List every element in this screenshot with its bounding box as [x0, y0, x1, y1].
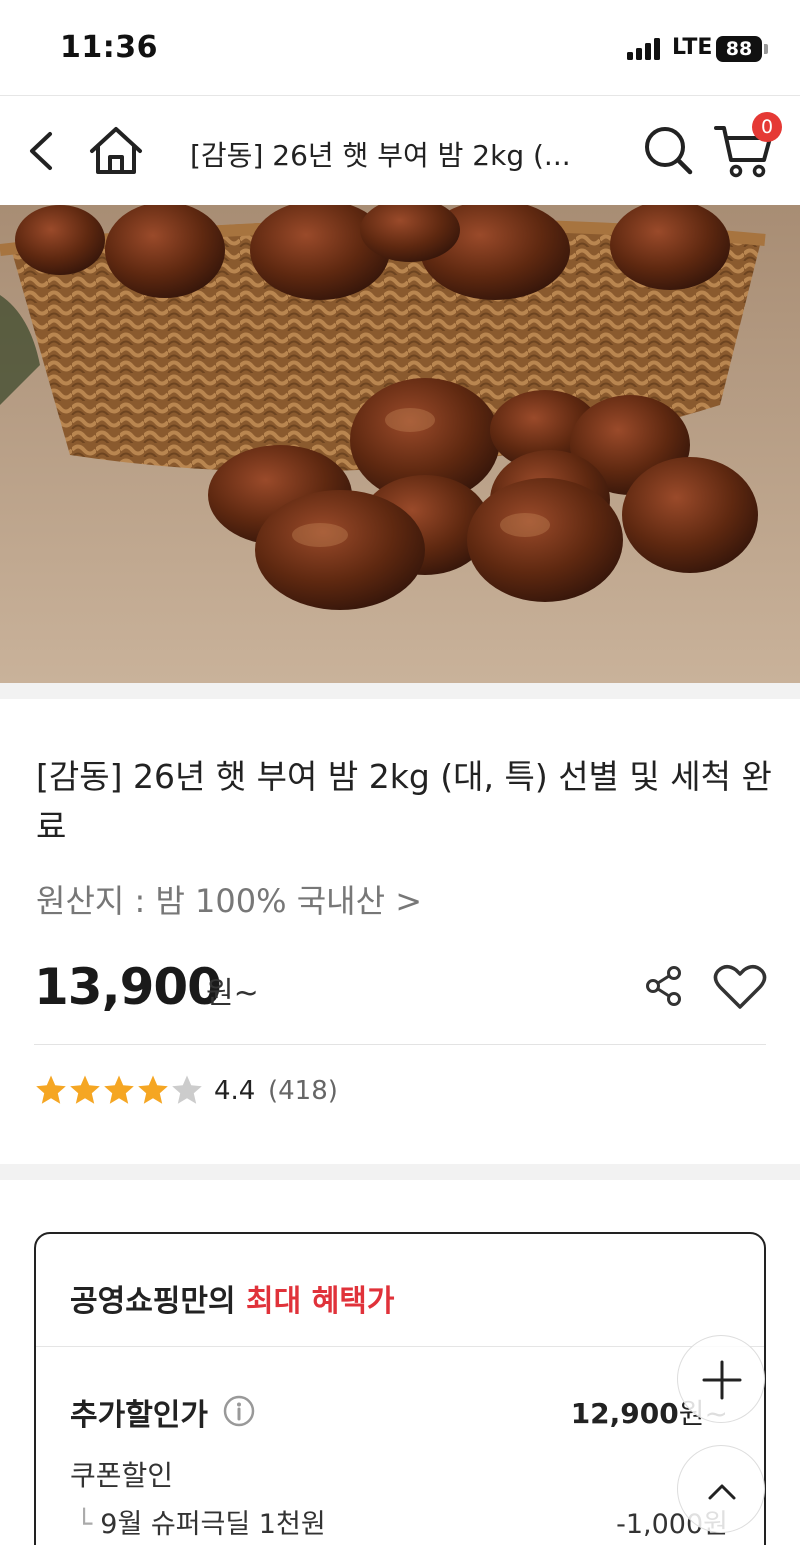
price-suffix: 원~	[206, 976, 259, 1011]
section-gap	[0, 1164, 800, 1180]
coupon-item-label: 9월 슈퍼극딜 1천원	[100, 1509, 326, 1540]
rating-value: 4.4	[214, 1076, 256, 1106]
product-title: [감동] 26년 햇 부여 밤 2kg (대, 특) 선별 및 세척 완료	[36, 757, 772, 846]
star-icon	[36, 1075, 66, 1104]
header-title: [감동] 26년 햇 부여 밤 2kg (...	[190, 139, 571, 172]
home-icon[interactable]	[86, 124, 146, 178]
info-icon[interactable]	[222, 1394, 256, 1428]
price-amount: 13,900	[34, 958, 222, 1016]
chestnut-photo	[0, 205, 800, 683]
origin-link[interactable]: 원산지 : 밤 100% 국내산 >	[36, 876, 422, 922]
star-icon	[104, 1075, 134, 1104]
scroll-top-button[interactable]	[677, 1445, 765, 1533]
search-icon[interactable]	[640, 122, 696, 178]
back-icon[interactable]	[22, 126, 62, 176]
rating-stars	[36, 1075, 202, 1104]
signal-icon	[627, 38, 663, 60]
review-count[interactable]: (418)	[268, 1076, 338, 1106]
star-icon	[172, 1075, 202, 1104]
benefit-heading-prefix: 공영쇼핑만의	[70, 1284, 247, 1319]
star-icon	[138, 1075, 168, 1104]
heart-icon[interactable]	[712, 962, 768, 1012]
status-time: 11:36	[60, 30, 158, 65]
extra-discount-amount: 12,900	[570, 1397, 679, 1430]
cart-count-badge: 0	[752, 112, 782, 142]
section-gap	[0, 683, 800, 699]
status-bar: 11:36 LTE 88	[0, 0, 800, 95]
star-icon	[70, 1075, 100, 1104]
benefit-box: 공영쇼핑만의 최대 혜택가 추가할인가 12,900원~ 쿠폰할인 └9월 슈퍼…	[34, 1232, 766, 1545]
network-label: LTE	[672, 35, 713, 60]
coupon-discount-label: 쿠폰할인	[70, 1459, 174, 1492]
benefit-heading-accent: 최대 혜택가	[246, 1284, 395, 1319]
divider	[36, 1346, 764, 1347]
share-icon[interactable]	[640, 962, 688, 1010]
app-header: [감동] 26년 햇 부여 밤 2kg (... 0	[0, 95, 800, 205]
divider	[34, 1044, 766, 1045]
coupon-item: └ 9월 슈퍼극딜 1천원	[76, 1502, 326, 1541]
chevron-up-icon	[708, 1484, 736, 1500]
battery-tip	[764, 44, 768, 54]
tree-branch-icon: └	[76, 1509, 93, 1540]
product-image[interactable]	[0, 205, 800, 683]
battery-icon: 88	[716, 36, 762, 62]
plus-icon	[702, 1360, 742, 1400]
expand-button[interactable]	[677, 1335, 765, 1423]
benefit-heading: 공영쇼핑만의 최대 혜택가	[70, 1276, 395, 1320]
extra-discount-label: 추가할인가	[70, 1398, 208, 1433]
